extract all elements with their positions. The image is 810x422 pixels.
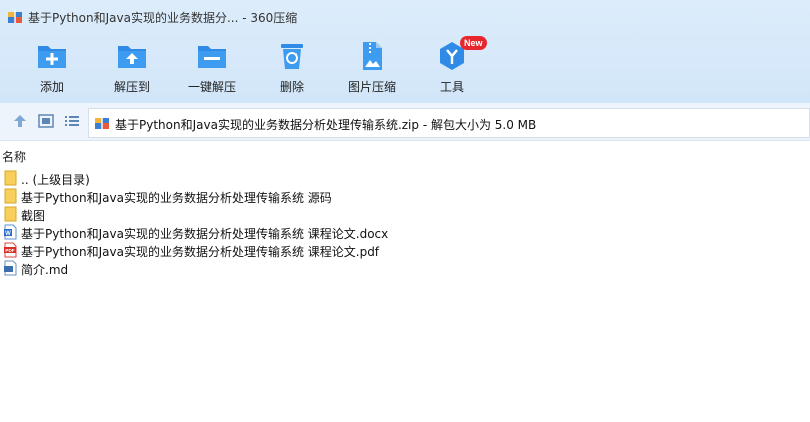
delete-label: 删除 xyxy=(279,80,304,94)
folder-icon xyxy=(4,206,17,222)
list-item[interactable]: .. (上级目录) xyxy=(0,169,810,187)
one-click-extract-button[interactable]: 一键解压 xyxy=(172,40,252,98)
parent-folder-icon xyxy=(4,170,17,186)
list-item-name: 截图 xyxy=(21,209,46,223)
pdf-icon: PDF xyxy=(4,242,17,258)
list-item[interactable]: 基于Python和Java实现的业务数据分析处理传输系统 源码 xyxy=(0,187,810,205)
delete-icon xyxy=(281,44,303,69)
add-button[interactable]: 添加 xyxy=(12,40,92,98)
address-row: 基于Python和Java实现的业务数据分析处理传输系统.zip - 解包大小为… xyxy=(0,103,810,141)
image-compress-button[interactable]: 图片压缩 xyxy=(332,40,412,98)
thumbnail-view-icon[interactable] xyxy=(38,113,54,129)
toolbar: 添加 解压到 一键解压 删除 图片压缩 New 工具 xyxy=(0,34,810,100)
zip-archive-icon xyxy=(95,116,109,129)
tools-button[interactable]: New 工具 xyxy=(412,36,492,98)
image-compress-label: 图片压缩 xyxy=(347,80,396,94)
title-bar: 基于Python和Java实现的业务数据分... - 360压缩 xyxy=(0,0,810,34)
add-icon xyxy=(38,46,66,68)
list-item-name: 简介.md xyxy=(21,263,69,277)
list-item-name: .. (上级目录) xyxy=(21,173,90,187)
list-item-name: 基于Python和Java实现的业务数据分析处理传输系统 课程论文.pdf xyxy=(21,245,380,259)
window-title: 基于Python和Java实现的业务数据分... - 360压缩 xyxy=(28,11,298,25)
column-name-header[interactable]: 名称 xyxy=(2,148,26,165)
list-item[interactable]: W 基于Python和Java实现的业务数据分析处理传输系统 课程论文.docx xyxy=(0,223,810,241)
list-item-name: 基于Python和Java实现的业务数据分析处理传输系统 课程论文.docx xyxy=(21,227,389,241)
list-item[interactable]: PDF 基于Python和Java实现的业务数据分析处理传输系统 课程论文.pd… xyxy=(0,241,810,259)
new-badge: New xyxy=(460,36,487,50)
svg-text:PDF: PDF xyxy=(5,248,14,253)
up-arrow-icon[interactable] xyxy=(12,113,28,129)
svg-text:W: W xyxy=(5,231,11,237)
markdown-file-icon xyxy=(4,260,17,276)
list-item-name: 基于Python和Java实现的业务数据分析处理传输系统 源码 xyxy=(21,191,332,205)
tools-label: 工具 xyxy=(439,80,464,94)
list-header: 名称 xyxy=(0,145,810,165)
extract-to-button[interactable]: 解压到 xyxy=(92,40,172,98)
delete-button[interactable]: 删除 xyxy=(252,40,332,98)
add-label: 添加 xyxy=(39,80,64,94)
list-item[interactable]: 简介.md xyxy=(0,259,810,277)
address-text: 基于Python和Java实现的业务数据分析处理传输系统.zip - 解包大小为… xyxy=(115,118,537,132)
extract-to-icon xyxy=(118,46,146,68)
extract-to-label: 解压到 xyxy=(113,80,150,94)
folder-icon xyxy=(4,188,17,204)
list-item[interactable]: 截图 xyxy=(0,205,810,223)
list-view-icon[interactable] xyxy=(64,113,80,129)
file-list: .. (上级目录) 基于Python和Java实现的业务数据分析处理传输系统 源… xyxy=(0,169,810,277)
image-compress-icon xyxy=(363,42,382,70)
archive-app-icon xyxy=(8,10,22,23)
top-band: 基于Python和Java实现的业务数据分... - 360压缩 添加 解压到 … xyxy=(0,0,810,103)
one-click-extract-label: 一键解压 xyxy=(187,80,236,94)
address-bar[interactable]: 基于Python和Java实现的业务数据分析处理传输系统.zip - 解包大小为… xyxy=(88,108,810,138)
word-document-icon: W xyxy=(4,224,17,240)
one-click-extract-icon xyxy=(198,46,226,68)
app-window: 基于Python和Java实现的业务数据分... - 360压缩 添加 解压到 … xyxy=(0,0,810,422)
